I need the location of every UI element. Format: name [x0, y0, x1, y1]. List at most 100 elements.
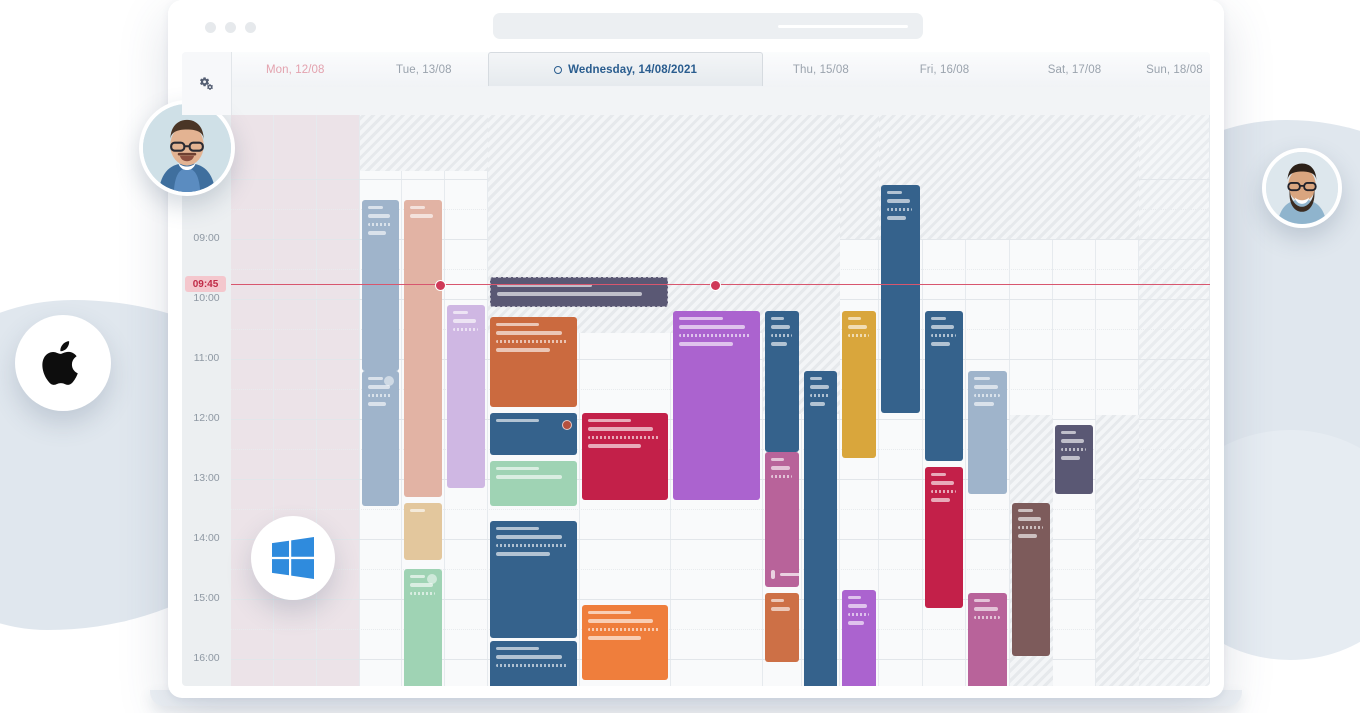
- calendar-event[interactable]: [924, 467, 964, 608]
- calendar-event[interactable]: [803, 371, 838, 686]
- event-text-line: [1018, 509, 1034, 512]
- event-text-line: [410, 592, 436, 595]
- address-bar[interactable]: [493, 13, 923, 39]
- event-text-line: [974, 599, 990, 602]
- day-header-tue[interactable]: Tue, 13/08: [360, 52, 489, 87]
- time-label-1300: 13:00: [193, 472, 220, 484]
- event-text-line: [496, 647, 540, 650]
- event-text-line: [771, 475, 792, 478]
- calendar-event[interactable]: [842, 590, 876, 686]
- calendar-event[interactable]: [1055, 425, 1093, 494]
- day-header-mon[interactable]: Mon, 12/08: [231, 52, 360, 87]
- avatar-photo-right: [1262, 148, 1342, 228]
- event-text-line: [496, 419, 540, 422]
- day-header-label: Thu, 15/08: [792, 63, 849, 76]
- event-text-line: [809, 385, 829, 389]
- event-text-line: [886, 199, 911, 203]
- calendar-event[interactable]: [924, 311, 964, 461]
- user-photo-avatar: [1266, 152, 1338, 224]
- event-text-line: [974, 385, 998, 389]
- grid-column-mon-1[interactable]: [273, 115, 317, 686]
- calendar-event[interactable]: [968, 593, 1008, 686]
- calendar-event[interactable]: [490, 641, 577, 686]
- event-text-line: [771, 607, 790, 611]
- minimize-dot[interactable]: [225, 22, 236, 33]
- time-label-1200: 12:00: [193, 412, 220, 424]
- event-text-line: [848, 325, 868, 329]
- event-text-line: [771, 458, 784, 461]
- event-text-line: [930, 473, 947, 476]
- calendar-event[interactable]: [673, 311, 760, 500]
- calendar-event[interactable]: [968, 371, 1008, 494]
- day-header-thu[interactable]: Thu, 15/08: [763, 52, 879, 87]
- calendar-event[interactable]: [361, 371, 400, 506]
- event-text-line: [848, 604, 868, 608]
- event-text-line: [367, 231, 387, 235]
- grid-column-sun-0[interactable]: [1138, 115, 1210, 686]
- event-text-line: [930, 481, 955, 485]
- event-text-line: [367, 214, 391, 218]
- gears-icon: [200, 77, 213, 90]
- calendar-event[interactable]: [765, 452, 799, 587]
- calendar-event[interactable]: [490, 521, 577, 638]
- grid-column-mon-2[interactable]: [316, 115, 360, 686]
- event-text-line: [367, 402, 387, 406]
- calendar-event[interactable]: [490, 413, 577, 455]
- calendar-event[interactable]: [581, 413, 669, 500]
- event-text-line: [930, 342, 950, 346]
- calendar-event[interactable]: [765, 593, 799, 662]
- event-text-line: [974, 616, 1001, 619]
- event-text-line: [410, 575, 426, 578]
- calendar-event[interactable]: [447, 305, 486, 488]
- calendar-event[interactable]: [404, 503, 443, 560]
- calendar-event[interactable]: [581, 605, 669, 680]
- event-text-line: [974, 377, 990, 380]
- grid-column-mon-0[interactable]: [231, 115, 274, 686]
- event-text-line: [1018, 526, 1044, 529]
- event-text-line: [496, 348, 550, 352]
- event-text-line: [367, 223, 393, 226]
- event-text-line: [496, 544, 568, 547]
- event-text-line: [496, 475, 562, 479]
- event-text-line: [587, 636, 642, 640]
- apple-badge: [15, 315, 111, 411]
- event-text-line: [679, 334, 751, 337]
- day-header-label: Sat, 17/08: [1047, 63, 1102, 76]
- calendar-event[interactable]: [490, 276, 669, 307]
- user-photo-avatar: [143, 104, 231, 192]
- event-text-line: [809, 402, 826, 406]
- day-header-fri[interactable]: Fri, 16/08: [879, 52, 1011, 87]
- calendar-event[interactable]: [765, 311, 799, 452]
- event-text-line: [809, 394, 831, 397]
- calendar-event[interactable]: [880, 185, 920, 413]
- event-text-line: [496, 527, 540, 530]
- maximize-dot[interactable]: [245, 22, 256, 33]
- event-text-line: [496, 664, 568, 667]
- event-text-line: [974, 607, 998, 611]
- browser-chrome-bar: [168, 0, 1224, 52]
- calendar-event[interactable]: [842, 311, 876, 458]
- calendar-event[interactable]: [361, 200, 400, 371]
- event-status-badge: [427, 574, 438, 584]
- person-label-line: [780, 573, 799, 576]
- event-text-line: [410, 206, 426, 209]
- browser-window: Mon, 12/08 Tue, 13/08 Wednesday, 14/08/202…: [168, 0, 1224, 698]
- calendar: Mon, 12/08 Tue, 13/08 Wednesday, 14/08/202…: [182, 52, 1210, 686]
- day-header-label: Tue, 13/08: [396, 63, 452, 76]
- circle-outline-icon: [554, 65, 563, 74]
- calendar-event[interactable]: [490, 317, 577, 407]
- calendar-event[interactable]: [1012, 503, 1051, 656]
- time-label-1100: 11:00: [193, 352, 220, 364]
- day-header-sun[interactable]: Sun, 18/08: [1139, 52, 1210, 87]
- day-header-wed[interactable]: Wednesday, 14/08/2021: [488, 52, 764, 86]
- calendar-event[interactable]: [490, 461, 577, 506]
- close-dot[interactable]: [205, 22, 216, 33]
- event-text-line: [587, 619, 654, 623]
- time-label-1500: 15:00: [193, 592, 220, 604]
- settings-button[interactable]: [182, 52, 232, 115]
- day-header-sat[interactable]: Sat, 17/08: [1010, 52, 1139, 87]
- event-text-line: [496, 552, 550, 556]
- calendar-event[interactable]: [404, 200, 443, 497]
- event-text-line: [886, 191, 903, 194]
- calendar-event[interactable]: [404, 569, 443, 686]
